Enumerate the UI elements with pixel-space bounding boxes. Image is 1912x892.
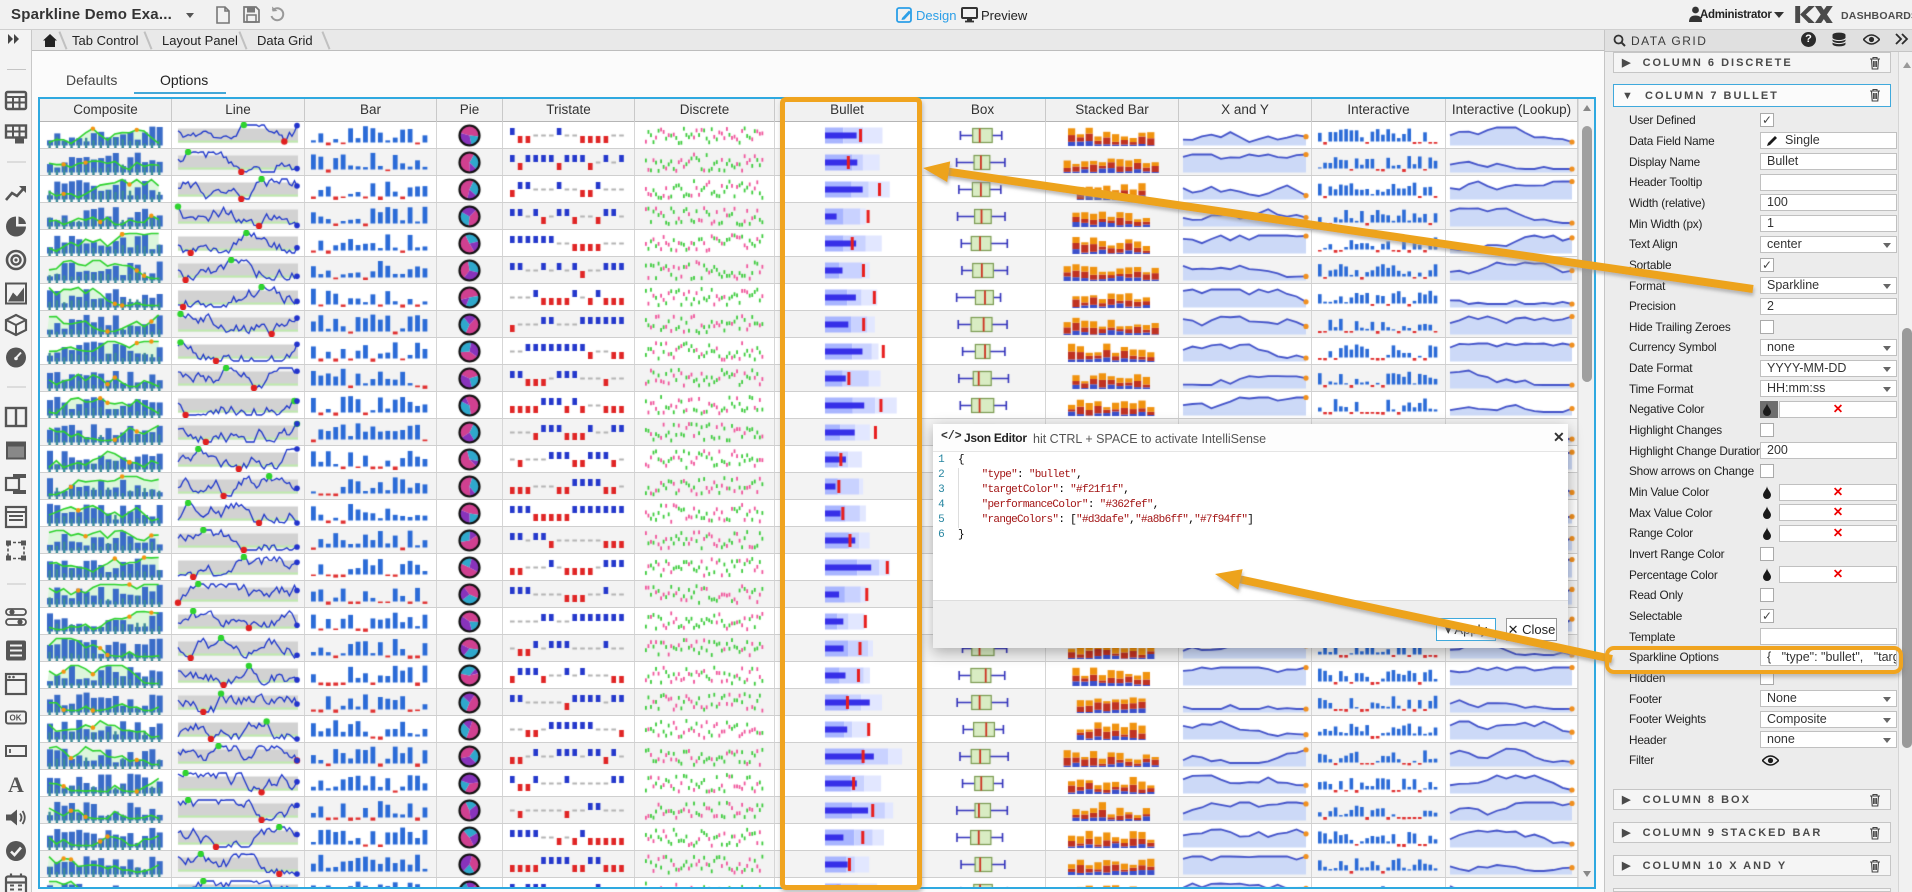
- svg-text:OK: OK: [10, 714, 22, 723]
- svg-text:A: A: [8, 772, 24, 797]
